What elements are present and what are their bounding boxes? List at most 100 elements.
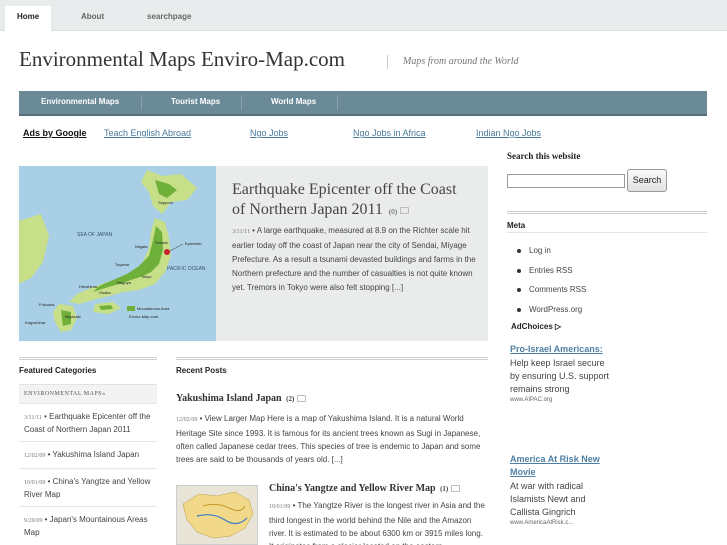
ad-text: Help keep Israel secure by ensuring U.S.… [510,358,610,394]
legend-swatch [127,306,135,311]
city-label: Toyama [115,262,130,267]
city-label: Kagoshima [25,320,46,325]
comment-count: (0) [388,208,398,216]
main-navigation: Environmental Maps Tourist Maps World Ma… [19,91,707,116]
ad-title[interactable]: America At Risk New Movie [510,453,610,479]
post-excerpt: 10/01/09 • The Yangtze River is the long… [269,499,489,545]
post-title[interactable]: Yakushima Island Japan (2) [176,393,488,404]
nav-home-tab[interactable]: Home [5,6,52,31]
category-item[interactable]: 3/11/11 • Earthquake Epicenter off the C… [19,403,157,441]
city-label: Osaka [99,290,111,295]
ads-by-google-label[interactable]: Ads by Google [23,128,87,138]
meta-link-entries-rss[interactable]: Entries RSS [517,265,586,285]
nav-divider [337,95,338,110]
item-date: 12/02/09 [24,453,46,459]
city-label: Nagoya [117,280,132,285]
category-item[interactable]: 9/20/09 • Japan's Mountainous Areas Map [19,506,157,544]
recent-posts: Recent Posts Yakushima Island Japan (2) … [176,357,488,545]
item-date: 3/11/11 [24,415,42,421]
ad-link[interactable]: Ngo Jobs in Africa [353,128,426,138]
sidebar-ad[interactable]: America At Risk New Movie At war with ra… [510,453,610,526]
ad-link[interactable]: Teach English Abroad [104,128,191,138]
nav-tourist-maps[interactable]: Tourist Maps [171,91,220,114]
category-item[interactable]: 10/01/09 • China's Yangtze and Yellow Ri… [19,468,157,506]
search-button[interactable]: Search [627,169,667,192]
category-box: Environmental Maps» 3/11/11 • Earthquake… [19,384,157,544]
site-title[interactable]: Environmental Maps Enviro-Map.com [19,47,345,72]
ocean-label: PACIFIC OCEAN [167,266,206,272]
featured-post: Epicenter SEA OF JAPAN PACIFIC OCEAN Sap… [19,166,488,341]
feature-title[interactable]: Earthquake Epicenter off the Coast of No… [232,180,472,222]
post-excerpt: 12/02/09 • View Larger Map Here is a map… [176,412,488,466]
nav-world-maps[interactable]: World Maps [271,91,316,114]
sidebar: Search this website Search Meta Log in E… [507,151,707,526]
city-label: Tokyo [141,274,152,279]
recent-posts-heading: Recent Posts [176,357,488,377]
ad-link[interactable]: Ngo Jobs [250,128,288,138]
comment-count: (1) [440,485,449,493]
item-date: 10/01/09 [24,480,46,486]
feature-excerpt: 3/11/11 • A large earthquake, measured a… [232,224,478,295]
meta-links: Log in Entries RSS Comments RSS WordPres… [517,245,586,323]
recent-post: Yakushima Island Japan (2) 12/02/09 • Vi… [176,393,488,466]
legend-label: Mountainous Area [137,306,170,311]
ad-title[interactable]: Pro-Israel Americans: [510,343,610,356]
post-excerpt-text: • View Larger Map Here is a map of Yakus… [176,414,481,464]
item-title[interactable]: Earthquake Epicenter off the Coast of No… [24,412,150,434]
ad-link[interactable]: Indian Ngo Jobs [476,128,541,138]
adchoices-label[interactable]: AdChoices ▷ [511,322,561,331]
meta-link-comments-rss[interactable]: Comments RSS [517,284,586,304]
city-label: Miyazaki [65,314,81,319]
sidebar-ad[interactable]: Pro-Israel Americans: Help keep Israel s… [510,343,610,403]
adchoices-icon[interactable]: ▷ [555,322,561,331]
epicenter-label: Epicenter [185,241,203,246]
meta-link-wordpress[interactable]: WordPress.org [517,304,586,324]
item-date: 9/20/09 [24,518,43,524]
post-title[interactable]: China's Yangtze and Yellow River Map (1) [269,483,489,494]
nav-divider [241,95,242,110]
post-date: 3/11/11 [232,229,250,235]
ad-text: At war with radical Islamists Newt and C… [510,481,586,517]
city-label: Fukuoka [39,302,55,307]
japan-map-graphic: Epicenter SEA OF JAPAN PACIFIC OCEAN Sap… [19,166,216,341]
category-item[interactable]: 12/02/09 • Yakushima Island Japan [19,441,157,468]
item-title[interactable]: Japan's Mountainous Areas Map [24,515,148,537]
meta-link-login[interactable]: Log in [517,245,586,265]
japan-earthquake-map[interactable]: Epicenter SEA OF JAPAN PACIFIC OCEAN Sap… [19,166,216,341]
map-credit: Enviro-Map.com [129,314,159,319]
post-date: 10/01/09 [269,504,291,510]
adchoices-text[interactable]: AdChoices [511,322,553,331]
comment-icon[interactable] [400,206,410,214]
item-title[interactable]: Yakushima Island Japan [52,450,139,459]
nav-divider [141,95,142,110]
feature-excerpt-text: • A large earthquake, measured at 8.9 on… [232,226,476,292]
comment-icon[interactable] [297,395,307,403]
post-title-text[interactable]: Yakushima Island Japan [176,393,282,404]
ad-url[interactable]: www.AIPAC.org [510,397,610,403]
post-title-text[interactable]: China's Yangtze and Yellow River Map [269,483,436,494]
nav-about-tab[interactable]: About [69,6,116,31]
sea-label: SEA OF JAPAN [77,232,113,238]
category-title[interactable]: Environmental Maps» [19,385,157,403]
city-label: Niigata [135,244,148,249]
comment-count: (2) [286,395,295,403]
ad-url[interactable]: www.AmericaAtRisk.c... [510,520,610,526]
search-heading: Search this website [507,151,581,161]
title-divider [387,55,388,69]
nav-searchpage-tab[interactable]: searchpage [135,6,203,31]
china-map-thumbnail[interactable] [176,485,258,545]
nav-environmental-maps[interactable]: Environmental Maps [41,91,119,114]
top-navigation: Home About searchpage [0,0,727,31]
city-label: Hiroshima [79,284,98,289]
search-input[interactable] [507,174,625,188]
china-map-graphic [177,486,257,544]
post-excerpt-text: • The Yangtze River is the longest river… [269,501,485,545]
feature-title-text[interactable]: Earthquake Epicenter off the Coast of No… [232,181,457,218]
featured-categories-heading: Featured Categories [19,357,157,377]
featured-categories: Featured Categories Environmental Maps» … [19,357,157,544]
site-tagline: Maps from around the World [403,56,519,67]
city-label: Sendai [155,240,168,245]
recent-post: China's Yangtze and Yellow River Map (1)… [269,483,489,545]
comment-icon[interactable] [451,485,461,493]
post-date: 12/02/09 [176,417,198,423]
